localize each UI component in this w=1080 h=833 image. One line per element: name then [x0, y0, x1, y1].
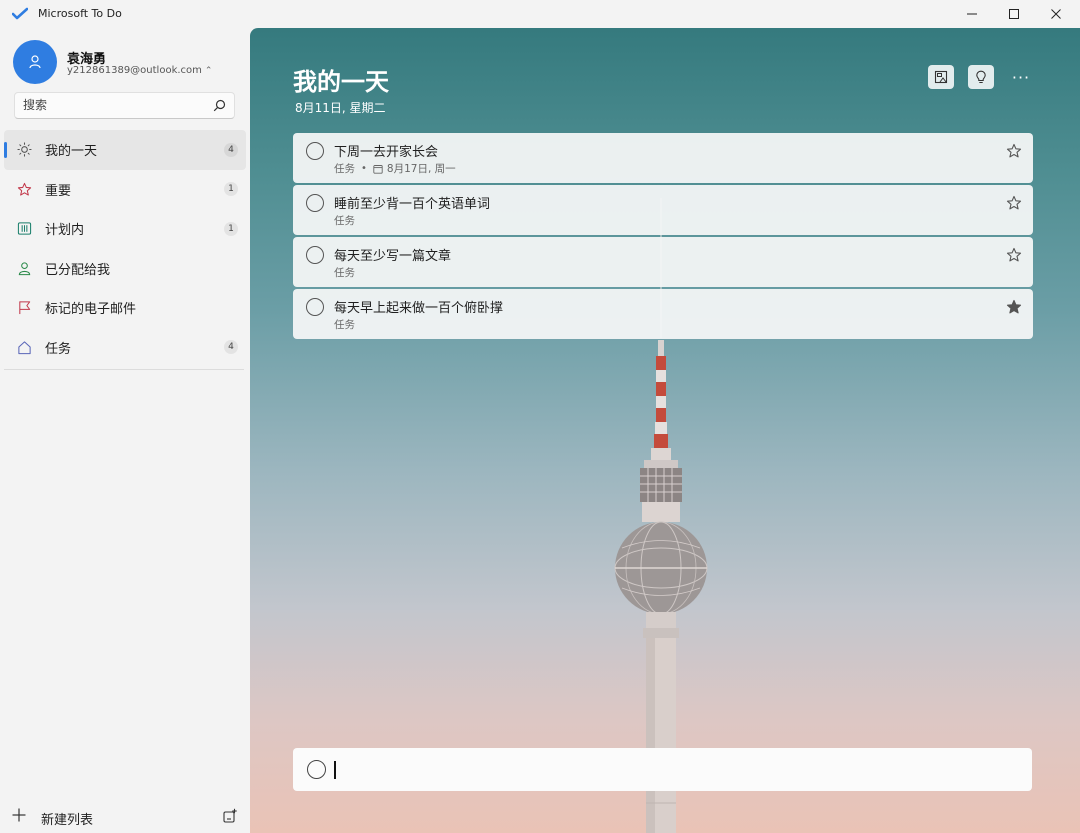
more-icon: ···: [1011, 67, 1031, 87]
minimize-icon: [967, 13, 977, 15]
task-title: 下周一去开家长会: [334, 145, 439, 160]
sidebar-item-label: 已分配给我: [45, 262, 111, 278]
flag-icon: [16, 300, 32, 316]
person-icon: [16, 260, 32, 276]
count-badge: 4: [224, 142, 238, 157]
page-title: 我的一天: [293, 68, 389, 96]
count-badge: 1: [224, 221, 238, 236]
sidebar-item-label: 标记的电子邮件: [45, 302, 137, 318]
add-task-box[interactable]: [293, 748, 1032, 791]
task-title: 每天至少写一篇文章: [334, 249, 452, 264]
add-task-circle-icon: [307, 760, 326, 779]
complete-checkbox[interactable]: [306, 246, 324, 264]
task-meta: 任务: [334, 213, 355, 228]
chevron-updown-icon: ⌃: [204, 66, 213, 76]
text-caret: [334, 761, 336, 779]
search-icon[interactable]: [213, 99, 226, 112]
calendar-icon: [373, 164, 383, 174]
page-date: 8月11日, 星期二: [295, 101, 386, 115]
home-icon: [16, 339, 32, 355]
close-button[interactable]: [1034, 0, 1078, 28]
complete-checkbox[interactable]: [306, 298, 324, 316]
task-list-name: 任务: [334, 267, 355, 279]
task-row[interactable]: 每天早上起来做一百个俯卧撑 任务: [293, 289, 1033, 339]
task-list-name: 任务: [334, 319, 355, 331]
new-group-icon[interactable]: [222, 808, 238, 824]
calendar-grid-icon: [16, 221, 32, 237]
window-title: Microsoft To Do: [38, 7, 122, 20]
task-row[interactable]: 睡前至少背一百个英语单词 任务: [293, 185, 1033, 235]
new-list-label: 新建列表: [41, 813, 94, 828]
lightbulb-icon: [976, 70, 986, 84]
sidebar-item-flagged-email[interactable]: 标记的电子邮件: [0, 288, 250, 328]
task-list-name: 任务: [334, 163, 355, 175]
sidebar-nav: 我的一天 4 重要 1 计划内 1 已分配给我 标记的电子邮件 任务 4: [0, 130, 250, 367]
avatar[interactable]: [13, 40, 57, 84]
sidebar-divider: [4, 369, 244, 370]
task-row[interactable]: 每天至少写一篇文章 任务: [293, 237, 1033, 287]
sidebar: 袁海勇 y212861389@outlook.com ⌃ 搜索 我的一天 4 重…: [0, 28, 250, 833]
task-row[interactable]: 下周一去开家长会 任务 • 8月17日, 周一: [293, 133, 1033, 183]
close-icon: [1051, 9, 1061, 19]
task-meta: 任务 • 8月17日, 周一: [334, 161, 456, 176]
suggestions-button[interactable]: [968, 65, 994, 89]
sidebar-item-important[interactable]: 重要 1: [0, 170, 250, 210]
add-task-input[interactable]: [334, 760, 1014, 780]
separator-dot: •: [361, 163, 367, 174]
complete-checkbox[interactable]: [306, 194, 324, 212]
star-filled-icon[interactable]: [1006, 299, 1022, 315]
task-meta: 任务: [334, 317, 355, 332]
task-title: 睡前至少背一百个英语单词: [334, 197, 491, 212]
task-list: 下周一去开家长会 任务 • 8月17日, 周一 睡前至少背一百个英语单词 任务: [293, 133, 1033, 341]
sidebar-item-label: 任务: [45, 341, 72, 357]
star-outline-icon[interactable]: [1006, 143, 1022, 159]
person-icon: [29, 55, 41, 69]
todo-check-icon: [12, 7, 28, 20]
sidebar-item-planned[interactable]: 计划内 1: [0, 209, 250, 249]
count-badge: 4: [224, 340, 238, 355]
maximize-button[interactable]: [992, 0, 1036, 28]
plus-icon: [12, 808, 26, 822]
star-outline-icon[interactable]: [1006, 195, 1022, 211]
title-bar: Microsoft To Do: [0, 0, 1080, 28]
star-outline-icon: [16, 181, 32, 197]
main-panel: 我的一天 8月11日, 星期二 ··· 下周一去开家长会 任务 • 8月17日,…: [250, 28, 1080, 833]
more-options-button[interactable]: ···: [1008, 65, 1034, 89]
sidebar-item-label: 计划内: [45, 223, 85, 239]
background-image-icon: [934, 70, 948, 84]
star-outline-icon[interactable]: [1006, 247, 1022, 263]
count-badge: 1: [224, 182, 238, 197]
active-indicator: [4, 142, 7, 158]
task-meta: 任务: [334, 265, 355, 280]
minimize-button[interactable]: [950, 0, 994, 28]
search-box[interactable]: [14, 92, 235, 119]
sidebar-item-label: 重要: [45, 183, 72, 199]
new-list-button[interactable]: 新建列表: [0, 800, 250, 833]
sidebar-item-tasks[interactable]: 任务 4: [0, 328, 250, 368]
task-due-date: 8月17日, 周一: [386, 163, 456, 175]
task-title: 每天早上起来做一百个俯卧撑: [334, 301, 504, 316]
sidebar-item-label: 我的一天: [45, 144, 98, 160]
background-theme-button[interactable]: [928, 65, 954, 89]
task-list-name: 任务: [334, 215, 355, 227]
search-input[interactable]: [23, 98, 203, 112]
sidebar-item-my-day[interactable]: 我的一天 4: [4, 130, 246, 170]
sidebar-item-assigned-to-me[interactable]: 已分配给我: [0, 249, 250, 289]
account-switcher[interactable]: y212861389@outlook.com ⌃: [67, 65, 212, 76]
maximize-icon: [1009, 9, 1019, 19]
user-email: y212861389@outlook.com: [67, 65, 202, 76]
complete-checkbox[interactable]: [306, 142, 324, 160]
sun-icon: [16, 142, 32, 158]
